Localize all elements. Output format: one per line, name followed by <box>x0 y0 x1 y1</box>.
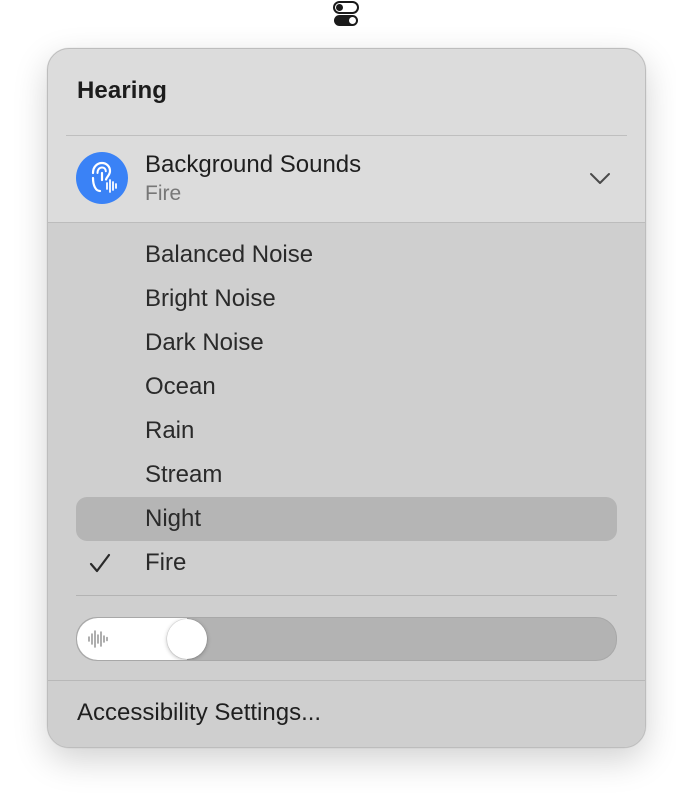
background-sounds-current: Fire <box>145 182 182 205</box>
background-sounds-row[interactable]: Background Sounds Fire <box>48 136 645 222</box>
sound-option-dark-noise[interactable]: Dark Noise <box>76 321 617 365</box>
sound-option-label: Balanced Noise <box>145 241 314 268</box>
control-center-icon[interactable] <box>331 1 361 27</box>
sound-option-label: Night <box>145 505 202 532</box>
sound-option-rain[interactable]: Rain <box>76 409 617 453</box>
sound-option-label: Bright Noise <box>145 285 276 312</box>
ear-soundwave-icon <box>76 152 128 204</box>
panel-title: Hearing <box>77 77 168 104</box>
sound-option-bright-noise[interactable]: Bright Noise <box>76 277 617 321</box>
sound-option-fire[interactable]: Fire <box>76 541 617 585</box>
hearing-panel: Hearing Background Sounds Fire Balanced … <box>47 48 646 748</box>
background-sounds-volume-slider[interactable] <box>76 617 617 661</box>
toggle-switches-icon <box>333 1 359 26</box>
sound-option-label: Fire <box>145 549 187 576</box>
sound-option-label: Rain <box>145 417 195 444</box>
sound-option-label: Stream <box>145 461 223 488</box>
accessibility-settings-link[interactable]: Accessibility Settings... <box>77 699 321 727</box>
background-sounds-title: Background Sounds <box>145 151 362 178</box>
divider <box>76 595 617 596</box>
sound-option-ocean[interactable]: Ocean <box>76 365 617 409</box>
chevron-down-icon[interactable] <box>588 166 612 190</box>
slider-knob[interactable] <box>167 619 208 659</box>
sound-option-stream[interactable]: Stream <box>76 453 617 497</box>
sound-options-submenu: Balanced Noise Bright Noise Dark Noise O… <box>48 222 645 747</box>
sound-option-label: Dark Noise <box>145 329 264 356</box>
soundwave-icon <box>87 628 111 650</box>
checkmark-icon <box>88 551 112 575</box>
sound-option-night[interactable]: Night <box>76 497 617 541</box>
sound-option-label: Ocean <box>145 373 216 400</box>
sound-options-list: Balanced Noise Bright Noise Dark Noise O… <box>48 233 645 585</box>
sound-option-balanced-noise[interactable]: Balanced Noise <box>76 233 617 277</box>
divider <box>48 680 645 681</box>
